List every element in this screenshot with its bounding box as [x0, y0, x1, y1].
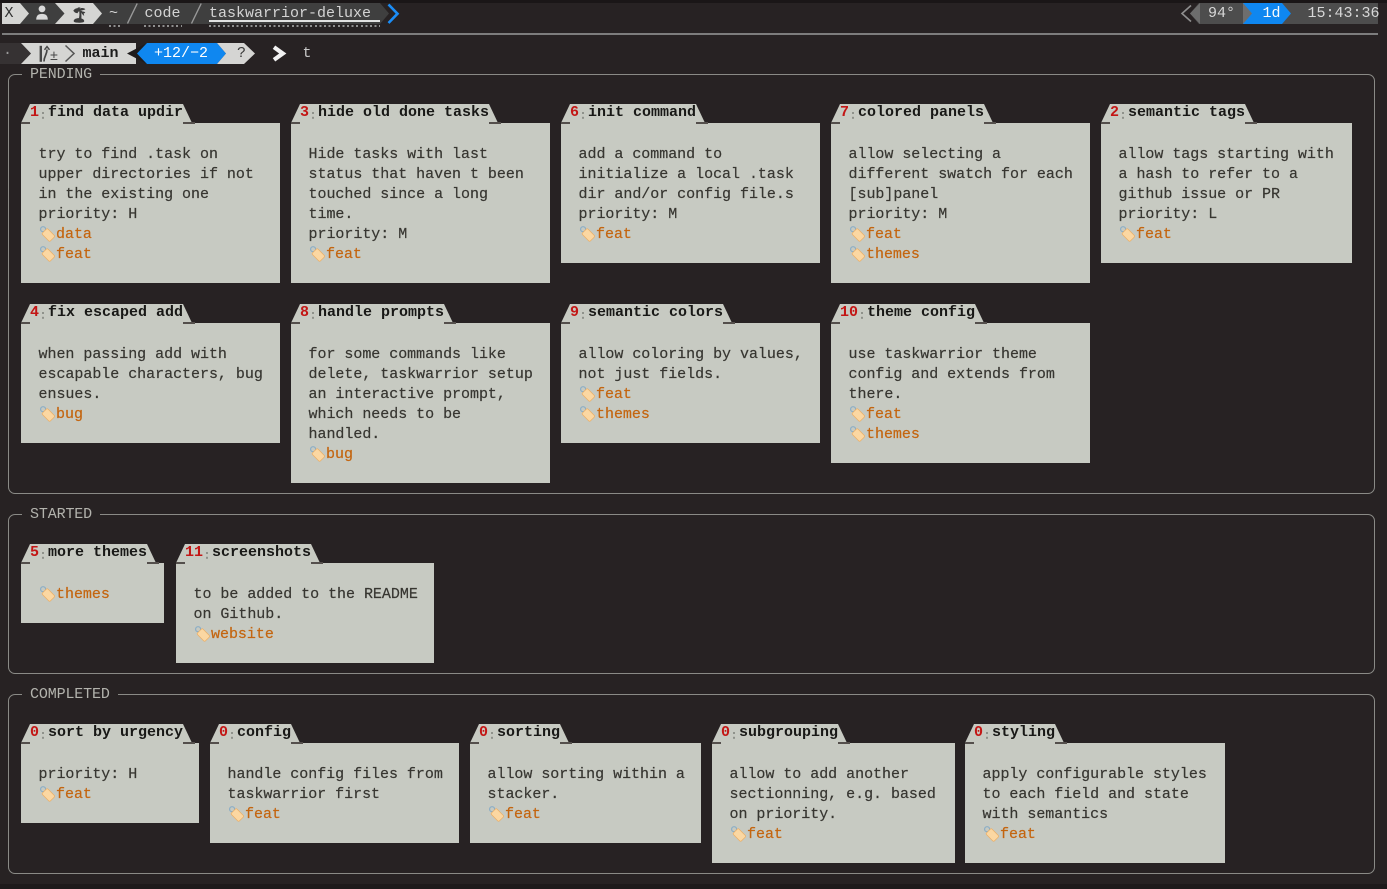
svg-text:±: ± [50, 49, 58, 64]
